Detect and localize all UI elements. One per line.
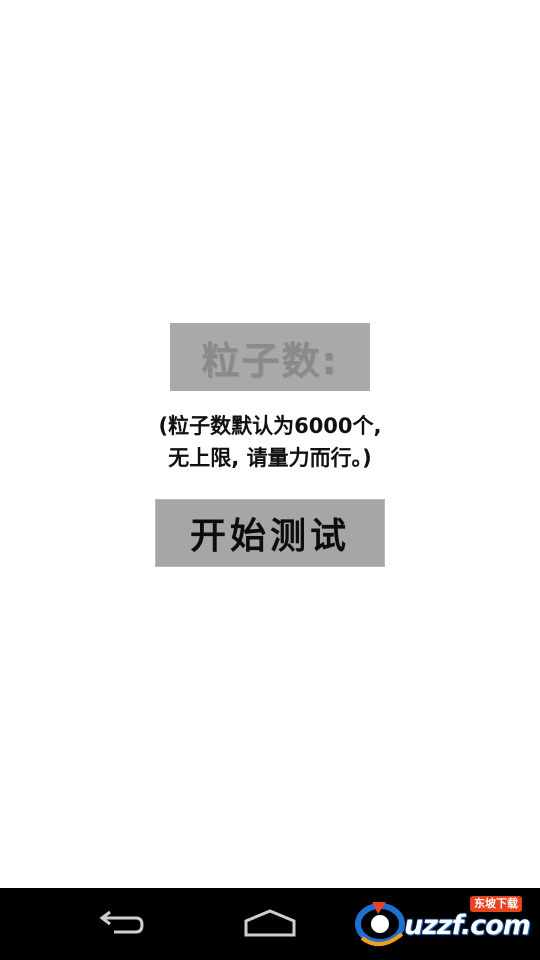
home-icon [244, 909, 296, 937]
uzzf-brand-text: uzzf.com [404, 910, 531, 941]
system-navigation-bar: 东坡下载 uzzf.com [0, 888, 540, 960]
uzzf-watermark-logo: 东坡下载 uzzf.com [352, 894, 534, 954]
start-test-label: 开始测试 [189, 516, 350, 557]
hint-line-1: (粒子数默认为6000个, [158, 414, 382, 438]
particle-count-box: 粒子数: [170, 323, 370, 391]
app-screen: 粒子数: (粒子数默认为6000个, 无上限, 请量力而行。) 开始测试 东坡下… [0, 0, 540, 960]
back-arrow-icon [99, 910, 144, 934]
particle-count-label: 粒子数: [201, 338, 339, 383]
start-test-button[interactable]: 开始测试 [155, 499, 385, 567]
hint-line-2: 无上限, 请量力而行。) [168, 446, 372, 470]
particle-hint-text: (粒子数默认为6000个, 无上限, 请量力而行。) [0, 410, 540, 474]
back-button[interactable] [85, 902, 155, 946]
home-button[interactable] [235, 902, 305, 946]
uzzf-swirl-icon [355, 902, 405, 946]
